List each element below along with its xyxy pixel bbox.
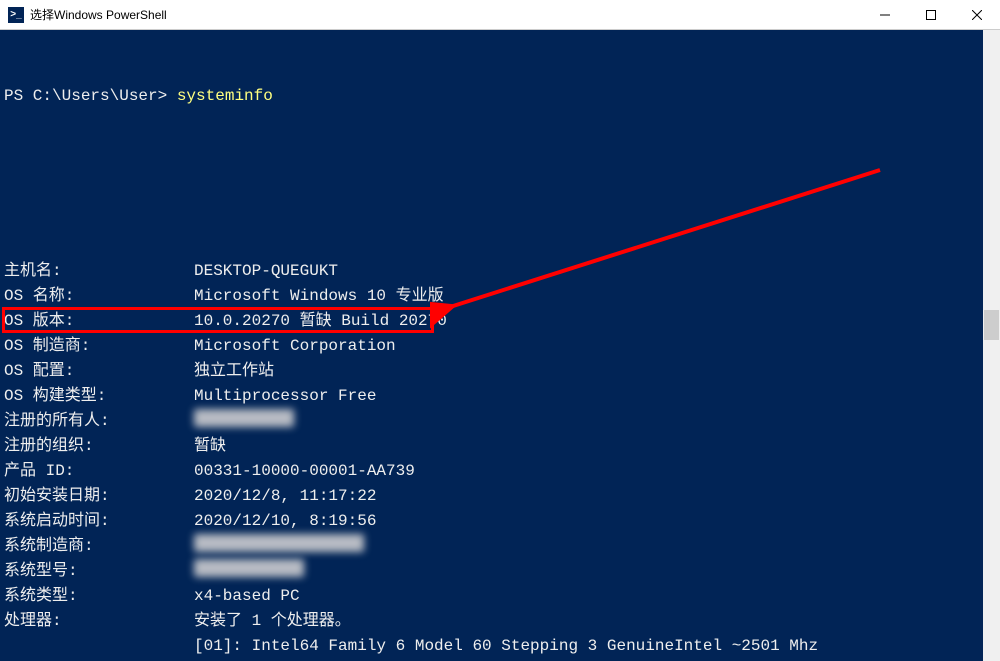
vertical-scrollbar[interactable] — [983, 30, 1000, 661]
redacted-value — [194, 534, 364, 552]
output-line: 处理器:安装了 1 个处理器。 — [4, 609, 983, 634]
output-line: OS 名称:Microsoft Windows 10 专业版 — [4, 284, 983, 309]
output-line: 注册的所有人: — [4, 409, 983, 434]
output-line: OS 配置:独立工作站 — [4, 359, 983, 384]
field-label: OS 构建类型: — [4, 384, 194, 409]
redacted-value — [194, 559, 304, 577]
field-label: OS 配置: — [4, 359, 194, 384]
field-label: 系统制造商: — [4, 534, 194, 559]
output-line: 产品 ID:00331-10000-00001-AA739 — [4, 459, 983, 484]
field-value: 2020/12/10, 8:19:56 — [194, 509, 376, 534]
field-value: 00331-10000-00001-AA739 — [194, 459, 415, 484]
field-label: OS 名称: — [4, 284, 194, 309]
field-value: Microsoft Corporation — [194, 334, 396, 359]
field-label: OS 制造商: — [4, 334, 194, 359]
scroll-thumb[interactable] — [984, 310, 999, 340]
field-label: 产品 ID: — [4, 459, 194, 484]
field-value: x4-based PC — [194, 584, 300, 609]
field-value: DESKTOP-QUEGUKT — [194, 259, 338, 284]
prompt-command: systeminfo — [177, 84, 273, 109]
blank-line — [4, 159, 983, 184]
field-label: 系统型号: — [4, 559, 194, 584]
output-line: [01]: Intel64 Family 6 Model 60 Stepping… — [4, 634, 983, 659]
field-value: 安装了 1 个处理器。 — [194, 609, 351, 634]
field-value: 10.0.20270 暂缺 Build 20270 — [194, 309, 447, 334]
output-line: 系统启动时间:2020/12/10, 8:19:56 — [4, 509, 983, 534]
titlebar[interactable]: >_ 选择Windows PowerShell — [0, 0, 1000, 30]
field-value: Multiprocessor Free — [194, 384, 376, 409]
output-line: OS 构建类型:Multiprocessor Free — [4, 384, 983, 409]
output-line: 系统制造商: — [4, 534, 983, 559]
maximize-button[interactable] — [908, 0, 954, 30]
terminal-output[interactable]: PS C:\Users\User> systeminfo 主机名:DESKTOP… — [0, 30, 983, 661]
field-value: 独立工作站 — [194, 359, 274, 384]
field-label: 系统启动时间: — [4, 509, 194, 534]
output-line: 注册的组织:暂缺 — [4, 434, 983, 459]
field-value: Microsoft Windows 10 专业版 — [194, 284, 444, 309]
field-label: 主机名: — [4, 259, 194, 284]
output-line: 初始安装日期:2020/12/8, 11:17:22 — [4, 484, 983, 509]
prompt-path: PS C:\Users\User> — [4, 84, 177, 109]
field-label: 处理器: — [4, 609, 194, 634]
powershell-window: >_ 选择Windows PowerShell PS C:\Users\User… — [0, 0, 1000, 661]
terminal-wrap: PS C:\Users\User> systeminfo 主机名:DESKTOP… — [0, 30, 1000, 661]
output-line: 系统型号: — [4, 559, 983, 584]
powershell-icon: >_ — [8, 7, 24, 23]
close-button[interactable] — [954, 0, 1000, 30]
field-label: 系统类型: — [4, 584, 194, 609]
output-line: OS 版本:10.0.20270 暂缺 Build 20270 — [4, 309, 983, 334]
field-value: 暂缺 — [194, 434, 226, 459]
output-line: 系统类型:x4-based PC — [4, 584, 983, 609]
minimize-button[interactable] — [862, 0, 908, 30]
field-label — [4, 634, 194, 659]
window-title: 选择Windows PowerShell — [30, 6, 167, 23]
field-label: OS 版本: — [4, 309, 194, 334]
field-label: 注册的组织: — [4, 434, 194, 459]
field-value: [01]: Intel64 Family 6 Model 60 Stepping… — [194, 634, 818, 659]
prompt-line: PS C:\Users\User> systeminfo — [4, 84, 983, 109]
field-value: 2020/12/8, 11:17:22 — [194, 484, 376, 509]
output-line: OS 制造商:Microsoft Corporation — [4, 334, 983, 359]
redacted-value — [194, 409, 294, 427]
field-label: 初始安装日期: — [4, 484, 194, 509]
output-line: 主机名:DESKTOP-QUEGUKT — [4, 259, 983, 284]
field-label: 注册的所有人: — [4, 409, 194, 434]
